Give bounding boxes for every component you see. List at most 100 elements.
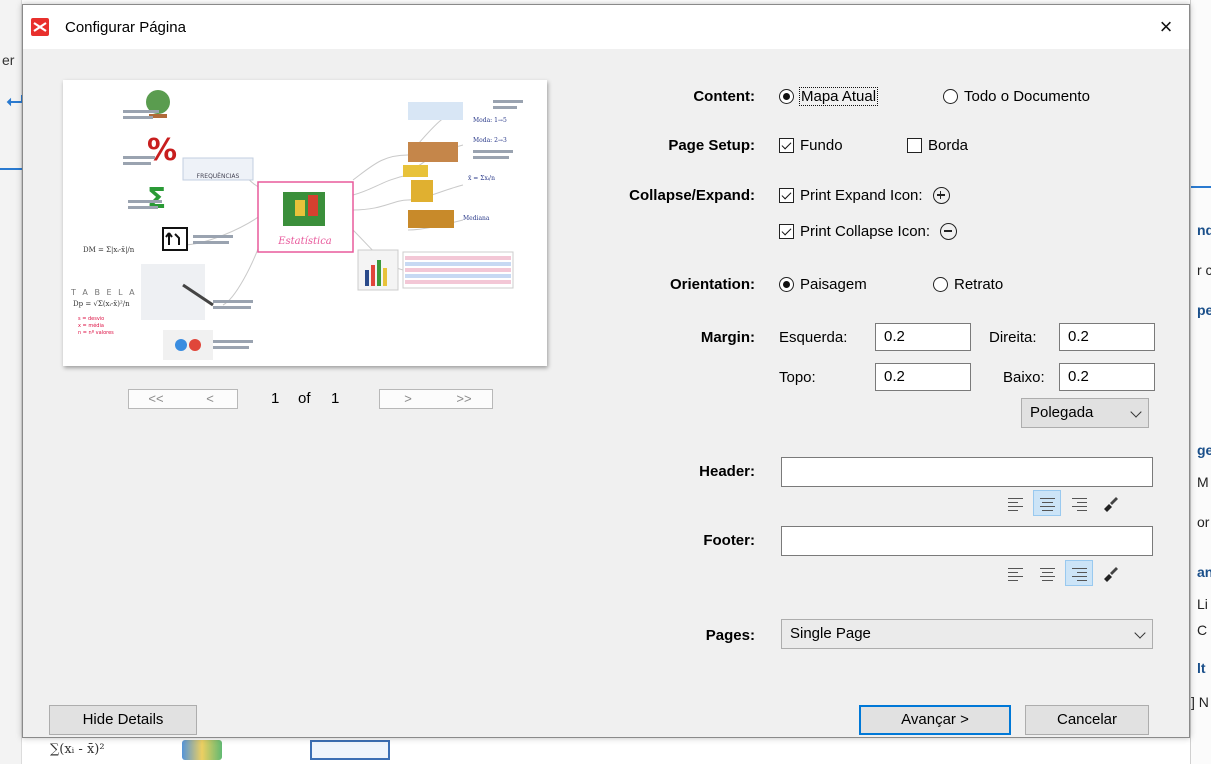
orientation-portrait-option[interactable]: Retrato [933,276,1003,293]
background-icon: ⮠ [6,88,24,113]
page-of-label: of [298,390,311,407]
background-app-bottom: ∑(xᵢ - x̄)² [22,738,1190,764]
svg-text:n = nº valores: n = nº valores [78,330,114,336]
next-button[interactable]: Avançar > [859,705,1011,735]
option-label: Mapa Atual [798,87,879,106]
mind-map-thumbnail: % Σ s = desviox = médian = nº valores DM… [70,90,523,360]
background-text: Li [1197,596,1208,612]
margin-label: Margin: [700,329,755,346]
margin-bottom-label: Baixo: [1003,369,1045,386]
background-text: an [1197,564,1211,580]
header-alignment-toolbar [1001,490,1151,516]
cancel-button[interactable]: Cancelar [1025,705,1149,735]
svg-text:%: % [147,133,177,168]
first-page-button[interactable]: << [129,390,183,408]
background-divider [0,168,22,170]
format-brush-icon[interactable] [1099,492,1121,514]
background-text: er [2,52,15,68]
header-input[interactable] [781,457,1153,487]
expand-plus-icon [932,187,950,204]
last-page-button[interactable]: >> [436,390,492,408]
page-navigator: << < 1 of 1 > >> [128,389,498,411]
radio-selected-icon[interactable] [779,89,794,104]
background-text: C [1197,622,1208,638]
dialog-title: Configurar Página [65,19,186,36]
chevron-down-icon [1130,406,1142,418]
print-preview: % Σ s = desvio x = média n = nº valores DM… [63,80,547,366]
background-formula: ∑(xᵢ - x̄)² [50,742,105,757]
background-text: nd [1197,222,1211,238]
align-center-icon[interactable] [1033,560,1061,586]
print-expand-icon-checkbox[interactable]: Print Expand Icon: [779,187,950,204]
background-app-left: er ⮠ [0,0,24,764]
footer-alignment-toolbar [1001,560,1151,586]
background-checkbox[interactable]: Fundo [779,137,843,154]
checkbox-label: Borda [928,137,969,154]
close-button[interactable]: × [1143,5,1189,49]
svg-text:T A B E L A: T A B E L A [70,288,137,297]
title-bar: Configurar Página × [23,5,1189,49]
align-left-icon[interactable] [1001,560,1029,586]
content-label: Content: [693,88,755,105]
checkbox-checked-icon[interactable] [779,224,794,239]
background-app-right: nd r c pe ge M or an Li C lt ] N [1190,0,1211,764]
svg-text:Moda: 1→5: Moda: 1→5 [473,117,507,124]
content-option-whole-document[interactable]: Todo o Documento [943,88,1090,105]
checkbox-icon[interactable] [907,138,922,153]
branch-label: FREQUÊNCIAS [197,172,240,180]
hide-details-button[interactable]: Hide Details [49,705,197,735]
background-text: r c [1197,262,1211,278]
border-checkbox[interactable]: Borda [907,137,968,154]
checkbox-label: Print Expand Icon: [800,187,923,204]
option-label: Todo o Documento [964,88,1090,105]
chevron-down-icon [1134,627,1146,639]
footer-input[interactable] [781,526,1153,556]
margin-bottom-input[interactable]: 0.2 [1059,363,1155,391]
print-collapse-icon-checkbox[interactable]: Print Collapse Icon: [779,223,958,240]
margin-unit-select[interactable]: Polegada [1021,398,1149,428]
content-option-current-map[interactable]: Mapa Atual [779,87,879,106]
checkbox-label: Fundo [800,137,843,154]
previous-page-button[interactable]: < [183,390,237,408]
header-label: Header: [699,463,755,480]
next-page-button[interactable]: > [380,390,436,408]
svg-text:Mediana: Mediana [463,215,490,222]
first-prev-button-group: << < [128,389,238,409]
margin-right-input[interactable]: 0.2 [1059,323,1155,351]
svg-text:s = desvio: s = desvio [78,316,104,322]
background-text: pe [1197,302,1211,318]
align-left-icon[interactable] [1001,490,1029,516]
central-topic-label: Estatística [277,236,332,247]
orientation-landscape-option[interactable]: Paisagem [779,276,867,293]
background-topic-box [310,740,390,760]
checkbox-checked-icon[interactable] [779,188,794,203]
svg-text:x = média: x = média [78,322,104,329]
svg-text:Moda: 2→3: Moda: 2→3 [473,137,507,144]
svg-text:DM = Σ|xᵢ-x̄|/n: DM = Σ|xᵢ-x̄|/n [83,246,135,254]
margin-top-label: Topo: [779,369,816,386]
pages-label: Pages: [705,627,755,644]
radio-icon[interactable] [943,89,958,104]
align-center-icon[interactable] [1033,490,1061,516]
background-text: M [1197,474,1209,490]
margin-left-label: Esquerda: [779,329,848,346]
margin-left-input[interactable]: 0.2 [875,323,971,351]
format-brush-icon[interactable] [1099,562,1121,584]
checkbox-label: Print Collapse Icon: [800,223,931,240]
checkbox-checked-icon[interactable] [779,138,794,153]
margin-right-label: Direita: [989,329,1037,346]
select-value: Polegada [1030,404,1094,421]
margin-top-input[interactable]: 0.2 [875,363,971,391]
svg-text:Dp = √Σ(xᵢ-x̄)²/n: Dp = √Σ(xᵢ-x̄)²/n [73,300,130,308]
background-image [182,740,222,760]
align-right-icon[interactable] [1065,490,1093,516]
background-text: ] N [1191,694,1209,710]
orientation-label: Orientation: [670,276,755,293]
page-setup-dialog: Configurar Página × % Σ s = desvio x = m… [22,4,1190,738]
current-page: 1 [271,390,280,407]
background-text: lt [1197,660,1206,676]
align-right-icon[interactable] [1065,560,1093,586]
radio-icon[interactable] [933,277,948,292]
radio-selected-icon[interactable] [779,277,794,292]
pages-select[interactable]: Single Page [781,619,1153,649]
